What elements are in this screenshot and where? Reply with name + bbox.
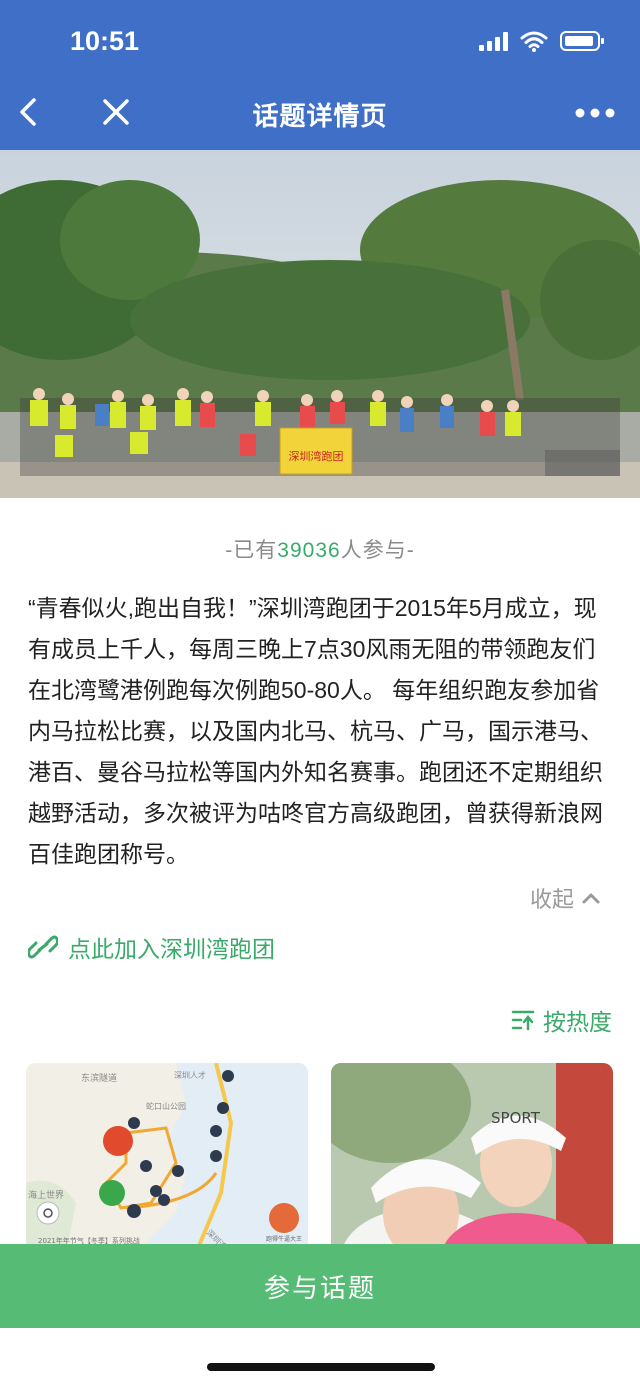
header: 10:51 话题详情页: [0, 0, 640, 150]
join-topic-button[interactable]: 参与话题: [0, 1244, 640, 1328]
join-team-label: 点此加入深圳湾跑团: [68, 936, 275, 962]
map-label-talent: 深圳人才: [174, 1070, 206, 1080]
more-icon[interactable]: [570, 96, 620, 130]
battery-icon: [560, 31, 604, 51]
wifi-icon: [520, 31, 548, 52]
chevron-up-icon: [582, 893, 600, 904]
hero-group-photo: 深圳湾跑团: [0, 150, 640, 498]
map-badge-label: 跑得牛逼大王: [266, 1235, 302, 1243]
status-icons: [479, 30, 604, 52]
map-label-park: 蛇口山公园: [146, 1101, 186, 1111]
group-photo-illustration: 深圳湾跑团: [0, 150, 640, 498]
collapse-button[interactable]: 收起: [530, 882, 600, 914]
cap-logo-text: SPORT: [491, 1109, 541, 1127]
signal-icon: [479, 31, 508, 51]
svg-text:深圳湾跑团: 深圳湾跑团: [289, 449, 344, 463]
post-card-photo[interactable]: SPORT: [331, 1063, 613, 1253]
team-banner: 深圳湾跑团: [279, 427, 353, 475]
join-topic-label: 参与话题: [263, 1272, 376, 1303]
post-card-map[interactable]: 东滨隧道 深圳人才 蛇口山公园 海上世界 深圳湾公园 2021年年节气【冬季】系…: [26, 1063, 308, 1253]
collapse-label: 收起: [529, 887, 574, 912]
status-time: 10:51: [70, 26, 140, 56]
home-indicator: [207, 1363, 435, 1371]
selfie-photo-thumbnail: SPORT: [331, 1063, 613, 1253]
route-map-thumbnail: 东滨隧道 深圳人才 蛇口山公园 海上世界 深圳湾公园 2021年年节气【冬季】系…: [26, 1063, 308, 1253]
sort-label: 按热度: [543, 1009, 612, 1035]
link-icon: [28, 935, 58, 959]
topic-description: “青春似火,跑出自我！”深圳湾跑团于2015年5月成立，现有成员上千人，每周三晚…: [28, 595, 603, 867]
sort-by-heat-button[interactable]: 按热度: [511, 1003, 612, 1037]
participants-number: 39036: [277, 539, 341, 562]
page-title: 话题详情页: [252, 101, 388, 131]
sort-icon: [511, 1010, 535, 1031]
app-logo-marker: [103, 1126, 133, 1156]
join-team-link[interactable]: 点此加入深圳湾跑团: [28, 930, 275, 964]
participants-count: -已有39036人参与-: [225, 539, 415, 562]
map-label-seaworld: 海上世界: [28, 1189, 64, 1201]
map-label-tunnel: 东滨隧道: [81, 1072, 117, 1084]
